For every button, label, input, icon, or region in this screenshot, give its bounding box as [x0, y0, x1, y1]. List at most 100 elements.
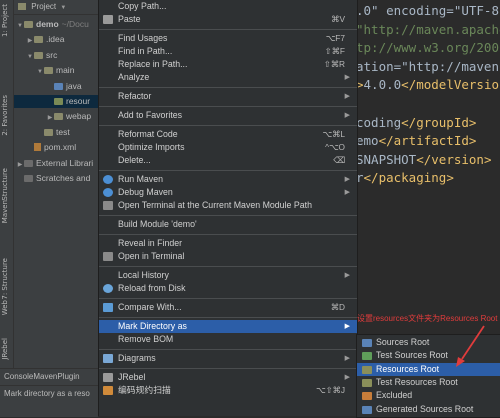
shortcut-hint: ⌥F7	[325, 33, 345, 43]
code-token: SNAPSHOT	[356, 151, 417, 167]
annotation-label: 设置resources文件夹为Resources Root	[357, 314, 498, 323]
code-token: tp://www.w3.org/2001	[356, 40, 500, 56]
code-token: coding	[356, 114, 402, 130]
collapsed-caret-icon[interactable]: ▶	[26, 35, 34, 46]
submenu-arrow-icon: ▶	[344, 323, 350, 330]
collapsed-caret-icon[interactable]: ▶	[46, 112, 54, 123]
folder-icon	[34, 51, 43, 59]
tool-window-tab[interactable]: JRebel	[1, 338, 9, 360]
project-panel-header[interactable]: Project ▼	[14, 0, 98, 15]
code-token: .0" encoding="UTF-8	[356, 3, 499, 18]
menu-item-refactor[interactable]: Refactor ▶	[99, 90, 357, 103]
tree-node-path: ~/Docu	[61, 19, 89, 29]
mark-directory-submenu: Sources Root Test Sources Root Resources R…	[356, 334, 500, 418]
menu-item-reveal-in-finder[interactable]: Reveal in Finder	[99, 237, 357, 250]
tree-node-idea[interactable]: ▶ .idea	[14, 33, 110, 46]
collapsed-caret-icon[interactable]: ▶	[16, 159, 24, 170]
chevron-down-icon[interactable]: ▼	[60, 5, 66, 11]
menu-item-copy-path[interactable]: Copy Path...	[99, 0, 357, 13]
menu-item-open-in-terminal[interactable]: Open in Terminal	[99, 250, 357, 263]
tree-node-label: Scratches and	[36, 173, 91, 183]
menu-item-open-terminal-at-the-current-maven-module-path[interactable]: Open Terminal at the Current Maven Modul…	[99, 199, 357, 212]
submenu-item-test-resources-root[interactable]: Test Resources Root	[357, 376, 500, 389]
menu-item-label: Delete...	[118, 155, 151, 165]
expanded-caret-icon[interactable]: ▼	[26, 51, 34, 62]
menu-item-build-module-demo[interactable]: Build Module 'demo'	[99, 218, 357, 231]
tool-window-tab[interactable]: Web	[1, 300, 9, 315]
menu-item-label: Find Usages	[118, 33, 168, 43]
folder-icon	[362, 339, 372, 347]
menu-item-label: Local History	[118, 270, 169, 280]
submenu-item-sources-root[interactable]: Sources Root	[357, 336, 500, 349]
tool-window-tab[interactable]: Structure	[1, 168, 9, 201]
menu-item-find-usages[interactable]: Find Usages ⌥F7	[99, 32, 357, 45]
menu-item-delete[interactable]: Delete... ⌫	[99, 154, 357, 167]
shortcut-hint: ⇧⌘F	[324, 46, 345, 56]
tool-window-tab[interactable]: 1: Project	[1, 4, 9, 37]
menu-item-local-history[interactable]: Local History ▶	[99, 269, 357, 282]
menu-item-optimize-imports[interactable]: Optimize Imports ^⌥O	[99, 141, 357, 154]
menu-item-label: Paste	[118, 14, 141, 24]
menu-item-scan[interactable]: 编码规约扫描 ⌥⇧⌘J	[99, 384, 357, 397]
bottom-tab-title[interactable]: ConsoleMavenPlugin	[4, 372, 80, 381]
tree-node-src[interactable]: ▼ src	[14, 49, 110, 62]
menu-separator	[99, 297, 357, 299]
menu-item-reload-from-disk[interactable]: Reload from Disk	[99, 282, 357, 295]
menu-item-mark-directory-as[interactable]: Mark Directory as ▶	[99, 320, 357, 333]
submenu-item-label: Test Resources Root	[376, 376, 458, 387]
menu-item-label: Open Terminal at the Current Maven Modul…	[118, 200, 312, 210]
menu-item-debug-maven[interactable]: Debug Maven ▶	[99, 186, 357, 199]
submenu-item-test-sources-root[interactable]: Test Sources Root	[357, 349, 500, 362]
menu-separator	[99, 367, 357, 369]
tree-node-demo[interactable]: ▼ demo ~/Docu	[14, 18, 100, 31]
tree-node-label: resour	[66, 96, 91, 106]
code-line: SNAPSHOT</version>	[356, 151, 491, 169]
code-token: </groupId>	[401, 114, 477, 130]
code-line: tp://www.w3.org/2001	[356, 39, 500, 57]
tool-window-tab[interactable]: 7: Structure	[1, 258, 9, 300]
menu-item-paste[interactable]: Paste ⌘V	[99, 13, 357, 26]
shortcut-hint: ⇧⌘R	[323, 59, 345, 69]
menu-item-diagrams[interactable]: Diagrams ▶	[99, 352, 357, 365]
submenu-item-label: Test Sources Root	[376, 350, 448, 361]
tree-node-pom-xml[interactable]: pom.xml	[14, 141, 110, 154]
tool-window-tab[interactable]: Maven	[1, 200, 9, 223]
menu-item-compare-with[interactable]: Compare With... ⌘D	[99, 301, 357, 314]
code-line: >4.0.0</modelVersion	[356, 76, 500, 94]
expanded-caret-icon[interactable]: ▼	[36, 66, 44, 77]
submenu-item-excluded[interactable]: Excluded	[357, 389, 500, 402]
menu-item-add-to-favorites[interactable]: Add to Favorites ▶	[99, 109, 357, 122]
terminal-icon	[103, 201, 113, 210]
menu-item-replace-in-path[interactable]: Replace in Path... ⇧⌘R	[99, 58, 357, 71]
shortcut-hint: ⌫	[333, 155, 345, 165]
compare-icon	[103, 303, 113, 312]
source-folder-icon	[54, 82, 63, 90]
menu-item-label: Diagrams	[118, 353, 156, 363]
menu-item-label: Mark Directory as	[118, 321, 187, 331]
code-token: "http://maven.apache	[356, 21, 500, 37]
menu-item-jrebel[interactable]: JRebel ▶	[99, 371, 357, 384]
submenu-item-generated-sources-root[interactable]: Generated Sources Root	[357, 403, 500, 416]
submenu-item-resources-root[interactable]: Resources Root	[357, 362, 500, 376]
menu-item-label: Run Maven	[118, 174, 163, 184]
tool-window-tab[interactable]: 2: Favorites	[1, 95, 9, 136]
menu-item-remove-bom[interactable]: Remove BOM	[99, 333, 357, 346]
folder-icon	[44, 128, 53, 136]
folder-icon	[44, 67, 53, 75]
menu-separator	[99, 233, 357, 235]
diagram-icon	[103, 354, 113, 363]
tree-node-scratches-and[interactable]: Scratches and	[14, 172, 100, 185]
menu-item-analyze[interactable]: Analyze ▶	[99, 71, 357, 84]
menu-item-find-in-path[interactable]: Find in Path... ⇧⌘F	[99, 45, 357, 58]
tree-node-external-librari[interactable]: ▶ External Librari	[14, 157, 100, 170]
code-line: "http://maven.apache	[356, 21, 500, 39]
expanded-caret-icon[interactable]: ▼	[16, 20, 24, 31]
code-token: </packaging>	[363, 170, 454, 186]
code-token: 4.0.0	[363, 77, 402, 93]
folder-icon	[24, 21, 33, 28]
menu-item-run-maven[interactable]: Run Maven ▶	[99, 173, 357, 186]
menu-item-reformat-code[interactable]: Reformat Code ⌥⌘L	[99, 128, 357, 141]
menu-item-label: Debug Maven	[118, 187, 173, 197]
code-line: coding</groupId>	[356, 114, 476, 132]
terminal-icon	[103, 252, 113, 261]
